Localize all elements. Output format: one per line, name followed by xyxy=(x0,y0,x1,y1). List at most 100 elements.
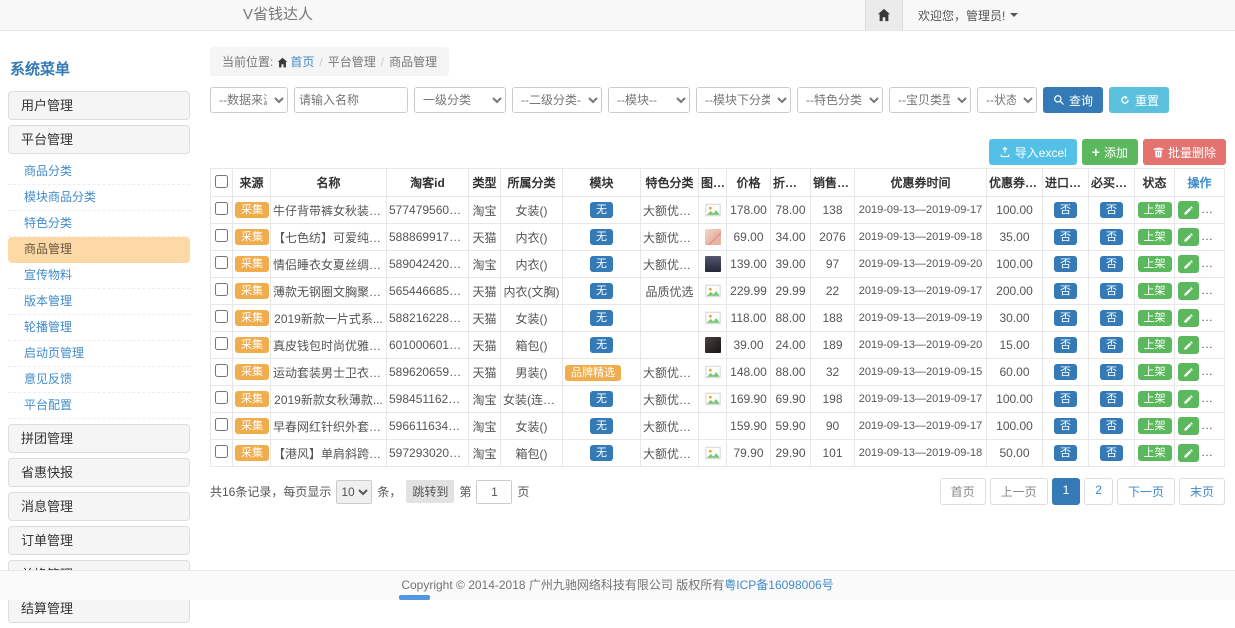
sidebar-item-轮播管理[interactable]: 轮播管理 xyxy=(8,315,190,341)
status-badge[interactable]: 上架 xyxy=(1138,202,1172,218)
filter-select-6[interactable]: --特色分类-- xyxy=(797,87,883,113)
import-toggle[interactable]: 否 xyxy=(1054,310,1077,326)
page-button-末页[interactable]: 末页 xyxy=(1179,478,1225,505)
must-buy-toggle[interactable]: 否 xyxy=(1100,229,1123,245)
module-badge[interactable]: 无 xyxy=(590,202,613,218)
status-badge[interactable]: 上架 xyxy=(1138,229,1172,245)
module-badge[interactable]: 无 xyxy=(590,256,613,272)
edit-button[interactable] xyxy=(1178,309,1199,327)
module-badge[interactable]: 无 xyxy=(590,445,613,461)
must-buy-toggle[interactable]: 否 xyxy=(1100,202,1123,218)
must-buy-toggle[interactable]: 否 xyxy=(1100,391,1123,407)
sidebar-item-商品分类[interactable]: 商品分类 xyxy=(8,159,190,185)
import-toggle[interactable]: 否 xyxy=(1054,337,1077,353)
sidebar-item-模块商品分类[interactable]: 模块商品分类 xyxy=(8,185,190,211)
page-button-下一页[interactable]: 下一页 xyxy=(1117,478,1175,505)
edit-button[interactable] xyxy=(1178,363,1199,381)
must-buy-toggle[interactable]: 否 xyxy=(1100,445,1123,461)
select-all-checkbox[interactable] xyxy=(215,175,228,188)
row-checkbox[interactable] xyxy=(215,283,228,296)
status-badge[interactable]: 上架 xyxy=(1138,445,1172,461)
page-button-上一页[interactable]: 上一页 xyxy=(990,478,1048,505)
row-checkbox[interactable] xyxy=(215,256,228,269)
module-badge[interactable]: 无 xyxy=(590,229,613,245)
filter-select-7[interactable]: --宝贝类型-- xyxy=(889,87,971,113)
filter-select-2[interactable]: 一级分类 xyxy=(414,87,506,113)
row-checkbox[interactable] xyxy=(215,364,228,377)
status-badge[interactable]: 上架 xyxy=(1138,256,1172,272)
batch-delete-button[interactable]: 批量删除 xyxy=(1143,139,1226,165)
module-badge[interactable]: 无 xyxy=(590,418,613,434)
home-button[interactable] xyxy=(865,0,903,30)
must-buy-toggle[interactable]: 否 xyxy=(1100,310,1123,326)
row-checkbox[interactable] xyxy=(215,337,228,350)
sidebar-item-平台配置[interactable]: 平台配置 xyxy=(8,393,190,419)
must-buy-toggle[interactable]: 否 xyxy=(1100,337,1123,353)
module-badge[interactable]: 无 xyxy=(590,310,613,326)
sidebar-panel-平台管理[interactable]: 平台管理 xyxy=(8,125,190,154)
sidebar-panel-订单管理[interactable]: 订单管理 xyxy=(8,526,190,555)
icp-link[interactable]: 粤ICP备16098006号 xyxy=(724,578,833,592)
jump-to-button[interactable]: 跳转到 xyxy=(406,480,454,503)
must-buy-toggle[interactable]: 否 xyxy=(1100,364,1123,380)
filter-select-5[interactable]: --模块下分类-- xyxy=(696,87,791,113)
filter-select-4[interactable]: --模块-- xyxy=(608,87,690,113)
sidebar-panel-拼团管理[interactable]: 拼团管理 xyxy=(8,424,190,453)
sidebar-item-启动页管理[interactable]: 启动页管理 xyxy=(8,341,190,367)
row-checkbox[interactable] xyxy=(215,310,228,323)
module-badge[interactable]: 品牌精选 xyxy=(565,365,621,381)
row-checkbox[interactable] xyxy=(215,202,228,215)
edit-button[interactable] xyxy=(1178,201,1199,219)
sidebar-panel-省惠快报[interactable]: 省惠快报 xyxy=(8,458,190,487)
import-toggle[interactable]: 否 xyxy=(1054,256,1077,272)
edit-button[interactable] xyxy=(1178,336,1199,354)
filter-select-3[interactable]: --二级分类-- xyxy=(512,87,602,113)
import-excel-button[interactable]: 导入excel xyxy=(989,139,1077,165)
horizontal-scrollbar-thumb[interactable] xyxy=(399,595,430,600)
status-badge[interactable]: 上架 xyxy=(1138,310,1172,326)
add-button[interactable]: + 添加 xyxy=(1082,139,1138,165)
reset-button[interactable]: 重置 xyxy=(1109,87,1169,113)
page-button-首页[interactable]: 首页 xyxy=(940,478,986,505)
page-button-1[interactable]: 1 xyxy=(1052,478,1081,505)
edit-button[interactable] xyxy=(1178,390,1199,408)
sidebar-item-商品管理[interactable]: 商品管理 xyxy=(8,237,190,263)
import-toggle[interactable]: 否 xyxy=(1054,229,1077,245)
status-badge[interactable]: 上架 xyxy=(1138,337,1172,353)
module-badge[interactable]: 无 xyxy=(590,337,613,353)
breadcrumb-home-link[interactable]: 首页 xyxy=(290,55,314,69)
sidebar-item-宣传物料[interactable]: 宣传物料 xyxy=(8,263,190,289)
import-toggle[interactable]: 否 xyxy=(1054,364,1077,380)
import-toggle[interactable]: 否 xyxy=(1054,445,1077,461)
page-number-input[interactable] xyxy=(476,480,512,504)
sidebar-panel-消息管理[interactable]: 消息管理 xyxy=(8,492,190,521)
must-buy-toggle[interactable]: 否 xyxy=(1100,283,1123,299)
status-badge[interactable]: 上架 xyxy=(1138,391,1172,407)
per-page-select[interactable]: 10 xyxy=(336,480,372,504)
row-checkbox[interactable] xyxy=(215,229,228,242)
module-badge[interactable]: 无 xyxy=(590,391,613,407)
page-button-2[interactable]: 2 xyxy=(1084,478,1113,505)
must-buy-toggle[interactable]: 否 xyxy=(1100,256,1123,272)
edit-button[interactable] xyxy=(1178,282,1199,300)
status-badge[interactable]: 上架 xyxy=(1138,283,1172,299)
module-badge[interactable]: 无 xyxy=(590,283,613,299)
name-search-input[interactable] xyxy=(294,87,408,113)
search-button[interactable]: 查询 xyxy=(1043,87,1103,113)
import-toggle[interactable]: 否 xyxy=(1054,418,1077,434)
user-menu[interactable]: 欢迎您，管理员! xyxy=(903,0,1033,30)
sidebar-item-意见反馈[interactable]: 意见反馈 xyxy=(8,367,190,393)
edit-button[interactable] xyxy=(1178,255,1199,273)
must-buy-toggle[interactable]: 否 xyxy=(1100,418,1123,434)
edit-button[interactable] xyxy=(1178,417,1199,435)
row-checkbox[interactable] xyxy=(215,391,228,404)
import-toggle[interactable]: 否 xyxy=(1054,202,1077,218)
row-checkbox[interactable] xyxy=(215,418,228,431)
sidebar-panel-用户管理[interactable]: 用户管理 xyxy=(8,91,190,120)
sidebar-item-特色分类[interactable]: 特色分类 xyxy=(8,211,190,237)
edit-button[interactable] xyxy=(1178,444,1199,462)
filter-select-8[interactable]: --状态-- xyxy=(977,87,1037,113)
status-badge[interactable]: 上架 xyxy=(1138,364,1172,380)
sidebar-item-版本管理[interactable]: 版本管理 xyxy=(8,289,190,315)
status-badge[interactable]: 上架 xyxy=(1138,418,1172,434)
